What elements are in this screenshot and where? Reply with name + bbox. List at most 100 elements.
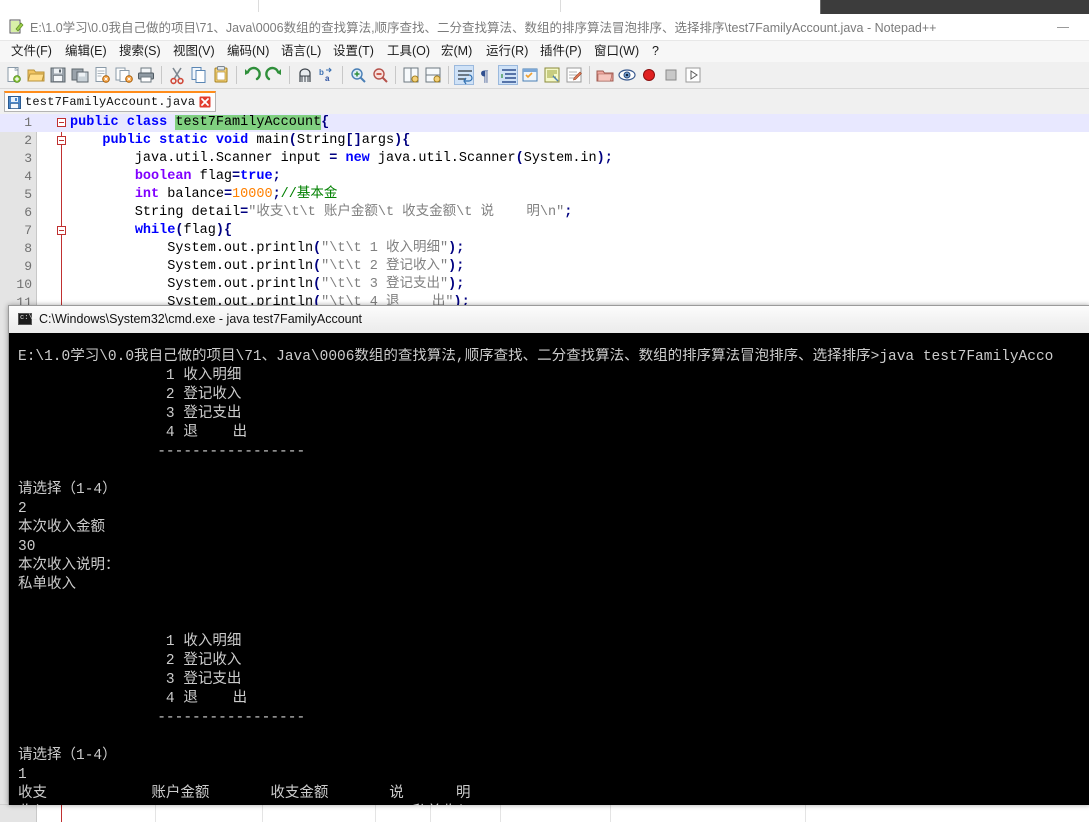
stop-macro-icon[interactable] bbox=[661, 65, 681, 85]
monitoring-icon[interactable] bbox=[617, 65, 637, 85]
ghost-divider-2 bbox=[258, 0, 259, 12]
toolbar-separator-2 bbox=[289, 66, 290, 84]
cmd-title-text: C:\Windows\System32\cmd.exe - java test7… bbox=[39, 312, 363, 326]
code-text: while(flag){ bbox=[134, 223, 233, 238]
code-line-1[interactable]: 1 public class test7FamilyAccount{ bbox=[0, 114, 1089, 132]
code-line-6[interactable]: 6 String detail="收支\t\t 账户金额\t 收支金额\t 说 … bbox=[0, 204, 1089, 222]
folder-as-workspace-icon[interactable] bbox=[595, 65, 615, 85]
svg-text:¶: ¶ bbox=[481, 68, 489, 85]
code-line-7[interactable]: 7 while(flag){ bbox=[0, 222, 1089, 240]
menu-item-6[interactable]: 设置(T) bbox=[328, 43, 379, 60]
zoom-in-icon[interactable] bbox=[348, 65, 368, 85]
menu-item-12[interactable]: ? bbox=[647, 43, 664, 60]
menu-item-0[interactable]: 文件(F) bbox=[6, 43, 57, 60]
cut-icon[interactable] bbox=[167, 65, 187, 85]
svg-text:b: b bbox=[319, 68, 324, 77]
menu-item-9[interactable]: 运行(R) bbox=[481, 43, 533, 60]
indent-guide-icon[interactable] bbox=[498, 65, 518, 85]
code-text: public class test7FamilyAccount{ bbox=[70, 115, 330, 130]
line-number: 7 bbox=[24, 223, 32, 238]
fold-toggle-7[interactable] bbox=[57, 226, 66, 235]
svg-text:a: a bbox=[325, 74, 330, 83]
print-icon[interactable] bbox=[136, 65, 156, 85]
show-all-chars-icon[interactable]: ¶ bbox=[476, 65, 496, 85]
line-number: 3 bbox=[24, 151, 32, 166]
menu-item-8[interactable]: 宏(M) bbox=[436, 43, 477, 60]
floppy-save-icon bbox=[8, 95, 21, 109]
fold-toggle-1[interactable] bbox=[57, 118, 66, 127]
zoom-out-icon[interactable] bbox=[370, 65, 390, 85]
menu-item-2[interactable]: 搜索(S) bbox=[114, 43, 166, 60]
guide-2 bbox=[262, 805, 263, 822]
code-text: int balance=10000;//基本金 bbox=[134, 187, 338, 202]
line-number: 10 bbox=[16, 277, 32, 292]
toolbar-separator-1 bbox=[236, 66, 237, 84]
code-text: boolean flag=true; bbox=[134, 169, 281, 184]
code-line-3[interactable]: 3 java.util.Scanner input = new java.uti… bbox=[0, 150, 1089, 168]
paste-icon[interactable] bbox=[211, 65, 231, 85]
document-map-icon[interactable] bbox=[542, 65, 562, 85]
menu-item-4[interactable]: 编码(N) bbox=[222, 43, 274, 60]
tab-label: test7FamilyAccount.java bbox=[25, 95, 196, 109]
guide-1 bbox=[155, 805, 156, 822]
code-line-8[interactable]: 8 System.out.println("\t\t 1 收入明细"); bbox=[0, 240, 1089, 258]
sync-horizontal-icon[interactable] bbox=[423, 65, 443, 85]
toolbar-separator-0 bbox=[161, 66, 162, 84]
fold-line-sliver bbox=[61, 805, 62, 822]
guide-3 bbox=[375, 805, 376, 822]
open-file-icon[interactable] bbox=[26, 65, 46, 85]
redo-icon[interactable] bbox=[264, 65, 284, 85]
function-list-icon[interactable] bbox=[564, 65, 584, 85]
code-line-5[interactable]: 5 int balance=10000;//基本金 bbox=[0, 186, 1089, 204]
save-icon[interactable] bbox=[48, 65, 68, 85]
cmd-console-body[interactable]: E:\1.0学习\0.0我自己做的项目\71、Java\0006数组的查找算法,… bbox=[9, 333, 1089, 805]
copy-icon[interactable] bbox=[189, 65, 209, 85]
gutter-sliver bbox=[0, 805, 37, 822]
new-file-icon[interactable] bbox=[4, 65, 24, 85]
replace-icon[interactable]: ba bbox=[317, 65, 337, 85]
ui-user-define-icon[interactable] bbox=[520, 65, 540, 85]
code-text: String detail="收支\t\t 账户金额\t 收支金额\t 说 明\… bbox=[70, 205, 573, 220]
code-line-2[interactable]: 2 public static void main(String[]args){ bbox=[0, 132, 1089, 150]
code-text: public static void main(String[]args){ bbox=[102, 133, 411, 148]
code-line-10[interactable]: 10 System.out.println("\t\t 3 登记支出"); bbox=[0, 276, 1089, 294]
play-macro-icon[interactable] bbox=[683, 65, 703, 85]
tab-test7familyaccount[interactable]: test7FamilyAccount.java bbox=[4, 91, 217, 112]
cmd-console-text: E:\1.0学习\0.0我自己做的项目\71、Java\0006数组的查找算法,… bbox=[18, 348, 1054, 806]
fold-toggle-2[interactable] bbox=[57, 136, 66, 145]
record-macro-icon[interactable] bbox=[639, 65, 659, 85]
line-number: 6 bbox=[24, 205, 32, 220]
line-number: 2 bbox=[24, 133, 32, 148]
code-text: System.out.println("\t\t 1 收入明细"); bbox=[70, 241, 465, 256]
minimize-button[interactable] bbox=[1049, 16, 1079, 36]
close-all-icon[interactable] bbox=[114, 65, 134, 85]
undo-icon[interactable] bbox=[242, 65, 262, 85]
cmd-console-icon bbox=[18, 313, 37, 325]
save-all-icon[interactable] bbox=[70, 65, 90, 85]
sync-vertical-icon[interactable] bbox=[401, 65, 421, 85]
close-tab-icon[interactable] bbox=[199, 96, 211, 108]
guide-4 bbox=[430, 805, 431, 822]
guide-5 bbox=[500, 805, 501, 822]
guide-7 bbox=[805, 805, 806, 822]
menu-item-3[interactable]: 视图(V) bbox=[168, 43, 220, 60]
word-wrap-icon[interactable] bbox=[454, 65, 474, 85]
menu-item-7[interactable]: 工具(O) bbox=[382, 43, 435, 60]
menu-bar: 文件(F) 编辑(E) 搜索(S) 视图(V) 编码(N) 语言(L) 设置(T) 工具(O)… bbox=[0, 41, 1089, 63]
menu-item-10[interactable]: 插件(P) bbox=[535, 43, 587, 60]
line-number: 5 bbox=[24, 187, 32, 202]
tab-bar: test7FamilyAccount.java bbox=[0, 89, 1089, 114]
menu-item-11[interactable]: 窗口(W) bbox=[589, 43, 644, 60]
toolbar-separator-6 bbox=[589, 66, 590, 84]
code-line-9[interactable]: 9 System.out.println("\t\t 2 登记收入"); bbox=[0, 258, 1089, 276]
editor-bottom-sliver bbox=[0, 804, 1089, 822]
menu-item-1[interactable]: 编辑(E) bbox=[60, 43, 112, 60]
toolbar-separator-3 bbox=[342, 66, 343, 84]
toolbar: b a ¶ bbox=[0, 62, 1089, 89]
guide-6 bbox=[610, 805, 611, 822]
menu-item-5[interactable]: 语言(L) bbox=[276, 43, 326, 60]
toolbar-separator-5 bbox=[448, 66, 449, 84]
find-icon[interactable] bbox=[295, 65, 315, 85]
close-file-icon[interactable] bbox=[92, 65, 112, 85]
code-line-4[interactable]: 4 boolean flag=true; bbox=[0, 168, 1089, 186]
